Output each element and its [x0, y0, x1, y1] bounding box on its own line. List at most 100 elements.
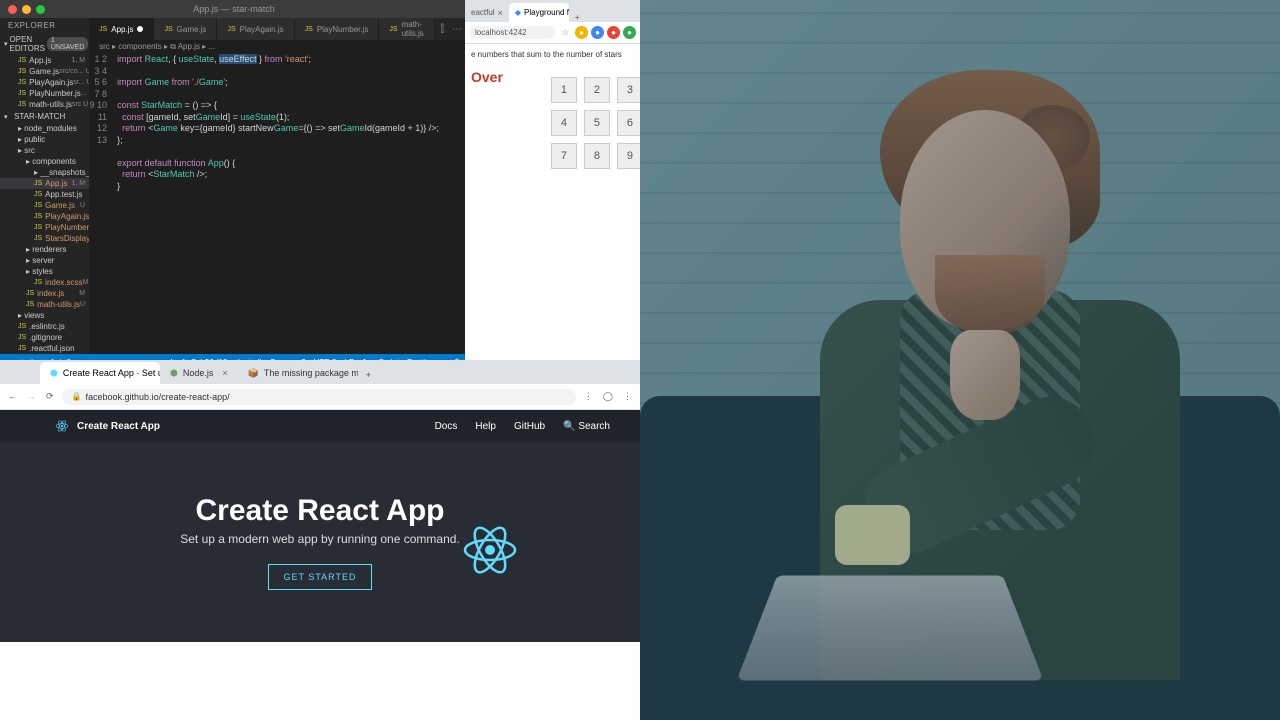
line-gutter: 1 2 3 4 5 6 7 8 9 10 11 12 13: [89, 54, 113, 354]
lock-icon: 🔒: [72, 392, 82, 401]
maximize-icon[interactable]: [36, 5, 45, 14]
reload-icon[interactable]: ⟳: [46, 391, 54, 402]
back-icon[interactable]: ←: [8, 391, 17, 402]
address-bar-row: localhost:4242 ☆ ● ● ● ●: [465, 22, 640, 44]
tree-item[interactable]: ▸ src: [0, 145, 89, 156]
extension-icon[interactable]: ●: [623, 26, 636, 39]
tree-item[interactable]: ▸ node_modules: [0, 123, 89, 134]
person-photo: [640, 0, 1280, 720]
explorer-label: EXPLORER: [0, 18, 89, 33]
number-button[interactable]: 4: [551, 110, 577, 136]
address-bar-row: ← → ⟳ 🔒 facebook.github.io/create-react-…: [0, 384, 640, 410]
menu-icon[interactable]: ⋮: [623, 391, 632, 402]
nav-github[interactable]: GitHub: [514, 421, 545, 432]
number-button[interactable]: 3: [617, 77, 640, 103]
split-icon[interactable]: ⫿: [441, 24, 444, 35]
browser-tab[interactable]: ⬢Node.js×: [160, 362, 238, 384]
url-input[interactable]: 🔒 facebook.github.io/create-react-app/: [62, 389, 576, 405]
browser-tab[interactable]: 📦The missing package manager×: [238, 362, 358, 384]
tree-item[interactable]: JSApp.js1, M: [0, 178, 89, 189]
tree-item[interactable]: ▸ views: [0, 310, 89, 321]
traffic-lights[interactable]: [8, 5, 45, 14]
more-icon[interactable]: ⋯: [452, 24, 462, 35]
number-button[interactable]: 7: [551, 143, 577, 169]
tree-item[interactable]: JSPlayAgain.jsU: [0, 211, 89, 222]
editor-tab[interactable]: JSApp.js: [89, 18, 154, 40]
tree-item[interactable]: JSApp.test.js: [0, 189, 89, 200]
tree-item[interactable]: JS.gitignore: [0, 332, 89, 343]
number-button[interactable]: 1: [551, 77, 577, 103]
window-title: App.js — star-match: [193, 4, 275, 14]
browser-tab[interactable]: eactful×: [465, 3, 509, 22]
forward-icon[interactable]: →: [27, 391, 36, 402]
close-icon[interactable]: [8, 5, 17, 14]
extensions-icon[interactable]: ⋮: [584, 391, 593, 402]
tree-item[interactable]: JSPlayNumber.jsU: [0, 222, 89, 233]
close-icon[interactable]: ×: [498, 8, 503, 18]
number-button[interactable]: 9: [617, 143, 640, 169]
editor-tabs: JSApp.jsJSGame.jsJSPlayAgain.jsJSPlayNum…: [89, 18, 468, 40]
explorer-sidebar: EXPLORER OPEN EDITORS 1 UNSAVED JSApp.js…: [0, 18, 89, 354]
tree-item[interactable]: JSmath-utils.jsU: [0, 299, 89, 310]
editor-tab[interactable]: JSPlayAgain.js: [217, 18, 294, 40]
number-button[interactable]: 8: [584, 143, 610, 169]
minimize-icon[interactable]: [22, 5, 31, 14]
number-button[interactable]: 6: [617, 110, 640, 136]
react-logo-icon: [55, 419, 69, 433]
new-tab-button[interactable]: +: [358, 366, 379, 384]
open-editors-section[interactable]: OPEN EDITORS 1 UNSAVED: [0, 33, 89, 55]
tree-item[interactable]: ▸ styles: [0, 266, 89, 277]
open-editor-item[interactable]: JSPlayAgain.jssr... U: [0, 77, 89, 88]
content-section: [0, 642, 640, 720]
number-button[interactable]: 5: [584, 110, 610, 136]
tree-item[interactable]: JSGame.jsU: [0, 200, 89, 211]
react-logo-icon: [460, 520, 520, 580]
code-content[interactable]: import React, { useState, useEffect } fr…: [113, 54, 468, 354]
chrome-window-cra: ⬢Create React App · Set up a m× ⬢Node.js…: [0, 360, 640, 720]
game-hint: e numbers that sum to the number of star…: [471, 50, 634, 59]
tree-item[interactable]: ▸ server: [0, 255, 89, 266]
close-icon[interactable]: ×: [222, 368, 227, 378]
project-section[interactable]: STAR-MATCH: [0, 110, 89, 123]
browser-tabs: ⬢Create React App · Set up a m× ⬢Node.js…: [0, 360, 640, 384]
game-over-text: Over: [471, 69, 503, 85]
search-input[interactable]: 🔍 Search: [563, 421, 610, 432]
tree-item[interactable]: ▸ renderers: [0, 244, 89, 255]
tree-item[interactable]: ▸ __snapshots__: [0, 167, 89, 178]
tree-item[interactable]: JS.reactful.json: [0, 343, 89, 354]
new-tab-button[interactable]: +: [569, 13, 586, 22]
game-page: e numbers that sum to the number of star…: [465, 44, 640, 175]
number-button[interactable]: 2: [584, 77, 610, 103]
browser-tabs: eactful× ◆Playground for Ja× +: [465, 0, 640, 22]
open-editor-item[interactable]: JSmath-utils.jssrc U: [0, 99, 89, 110]
tree-item[interactable]: JSStarsDisplay.jsU: [0, 233, 89, 244]
extension-icon[interactable]: ●: [607, 26, 620, 39]
nav-docs[interactable]: Docs: [435, 421, 458, 432]
editor-tab[interactable]: JSPlayNumber.js: [295, 18, 380, 40]
profile-icon[interactable]: ◯: [603, 391, 613, 402]
open-editor-item[interactable]: JSApp.js1, M: [0, 55, 89, 66]
browser-tab[interactable]: ⬢Create React App · Set up a m×: [40, 362, 160, 384]
extension-icon[interactable]: ●: [591, 26, 604, 39]
url-input[interactable]: localhost:4242: [469, 26, 555, 39]
tree-item[interactable]: JSindex.jsM: [0, 288, 89, 299]
brand-title[interactable]: Create React App: [77, 421, 160, 432]
editor-tab[interactable]: JSmath-utils.js: [379, 18, 434, 40]
get-started-button[interactable]: GET STARTED: [268, 564, 371, 590]
tree-item[interactable]: ▸ public: [0, 134, 89, 145]
breadcrumb[interactable]: src ▸ components ▸ ⧉ App.js ▸ ...: [89, 40, 468, 54]
editor-area: JSApp.jsJSGame.jsJSPlayAgain.jsJSPlayNum…: [89, 18, 468, 354]
tree-item[interactable]: JSindex.scssM: [0, 277, 89, 288]
star-icon[interactable]: ☆: [559, 26, 572, 39]
extension-icon[interactable]: ●: [575, 26, 588, 39]
tree-item[interactable]: ▸ components: [0, 156, 89, 167]
hero-title: Create React App: [196, 494, 445, 528]
chrome-window-game: eactful× ◆Playground for Ja× + localhost…: [465, 0, 640, 360]
browser-tab[interactable]: ◆Playground for Ja×: [509, 3, 569, 22]
code-editor[interactable]: 1 2 3 4 5 6 7 8 9 10 11 12 13 import Rea…: [89, 54, 468, 354]
open-editor-item[interactable]: JSPlayNumber.js... U: [0, 88, 89, 99]
nav-help[interactable]: Help: [475, 421, 496, 432]
open-editor-item[interactable]: JSGame.jssrc/co... U: [0, 66, 89, 77]
editor-tab[interactable]: JSGame.js: [154, 18, 217, 40]
tree-item[interactable]: JS.eslintrc.js: [0, 321, 89, 332]
